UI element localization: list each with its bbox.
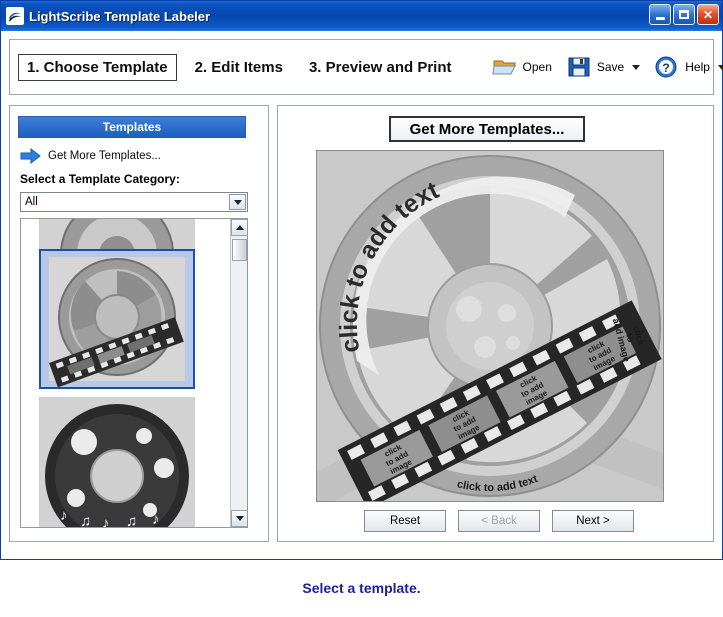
minimize-icon bbox=[655, 16, 665, 20]
open-label: Open bbox=[522, 60, 552, 74]
chevron-down-icon[interactable] bbox=[229, 194, 246, 210]
step-choose-template[interactable]: 1. Choose Template bbox=[18, 53, 177, 81]
category-select-value: All bbox=[25, 196, 38, 208]
step-edit-items[interactable]: 2. Edit Items bbox=[187, 55, 291, 80]
template-preview[interactable]: click to add text click to add image cli… bbox=[316, 150, 664, 502]
scroll-down-button[interactable] bbox=[231, 510, 247, 527]
template-list-items: ♪ ♫ ♪ ♫ ♪ bbox=[21, 219, 232, 527]
open-button[interactable]: Open bbox=[488, 51, 556, 83]
chevron-down-icon[interactable] bbox=[717, 64, 723, 70]
lightscribe-icon bbox=[6, 7, 24, 25]
chevron-down-icon[interactable] bbox=[632, 64, 641, 70]
svg-text:♪: ♪ bbox=[152, 512, 160, 527]
close-button[interactable]: ✕ bbox=[697, 4, 719, 25]
close-icon: ✕ bbox=[702, 7, 714, 22]
maximize-button[interactable] bbox=[673, 4, 695, 25]
svg-text:♫: ♫ bbox=[126, 514, 137, 527]
get-more-templates-link[interactable]: Get More Templates... bbox=[20, 147, 161, 165]
reset-button[interactable]: Reset bbox=[364, 510, 446, 532]
save-button[interactable]: Save bbox=[562, 51, 644, 83]
step-preview-and-print[interactable]: 3. Preview and Print bbox=[301, 55, 460, 80]
folder-open-icon bbox=[491, 55, 518, 79]
save-label: Save bbox=[596, 60, 625, 74]
svg-text:♪: ♪ bbox=[60, 508, 68, 524]
arrow-right-icon bbox=[20, 147, 42, 165]
title-bar: LightScribe Template Labeler ✕ bbox=[1, 1, 722, 31]
toolbar: 1. Choose Template 2. Edit Items 3. Prev… bbox=[9, 39, 723, 95]
templates-panel: Templates Get More Templates... Select a… bbox=[9, 105, 269, 542]
help-label: Help bbox=[685, 60, 710, 74]
question-help-icon: ? bbox=[654, 55, 680, 79]
template-list[interactable]: ♪ ♫ ♪ ♫ ♪ bbox=[20, 218, 248, 528]
category-select[interactable]: All bbox=[20, 192, 248, 212]
preview-panel: Get More Templates... click to add text … bbox=[277, 105, 714, 542]
template-list-scrollbar[interactable] bbox=[230, 219, 247, 527]
floppy-disk-icon bbox=[566, 55, 592, 79]
help-button[interactable]: ? Help bbox=[650, 51, 723, 83]
scroll-up-button[interactable] bbox=[231, 219, 247, 236]
get-more-templates-button[interactable]: Get More Templates... bbox=[389, 116, 585, 142]
back-button: < Back bbox=[458, 510, 540, 532]
maximize-icon bbox=[679, 10, 689, 19]
wizard-navigation: Reset < Back Next > bbox=[364, 510, 634, 532]
svg-text:?: ? bbox=[663, 61, 670, 75]
next-button[interactable]: Next > bbox=[552, 510, 634, 532]
svg-text:♪: ♪ bbox=[102, 516, 110, 527]
category-label: Select a Template Category: bbox=[20, 172, 180, 186]
template-thumbnail-bubbles-music[interactable]: ♪ ♫ ♪ ♫ ♪ bbox=[39, 397, 195, 527]
scrollbar-thumb[interactable] bbox=[232, 239, 247, 261]
status-message: Select a template. bbox=[302, 580, 421, 596]
minimize-button[interactable] bbox=[649, 4, 671, 25]
window-controls: ✕ bbox=[649, 4, 719, 25]
svg-text:♫: ♫ bbox=[80, 514, 91, 527]
app-window: LightScribe Template Labeler ✕ 1. Choose… bbox=[0, 0, 723, 560]
main-content: Templates Get More Templates... Select a… bbox=[9, 97, 714, 547]
get-more-templates-link-label: Get More Templates... bbox=[48, 150, 161, 162]
template-thumbnail-film-reel-dark[interactable] bbox=[39, 249, 195, 389]
window-title: LightScribe Template Labeler bbox=[29, 8, 211, 24]
templates-panel-header: Templates bbox=[18, 116, 246, 138]
